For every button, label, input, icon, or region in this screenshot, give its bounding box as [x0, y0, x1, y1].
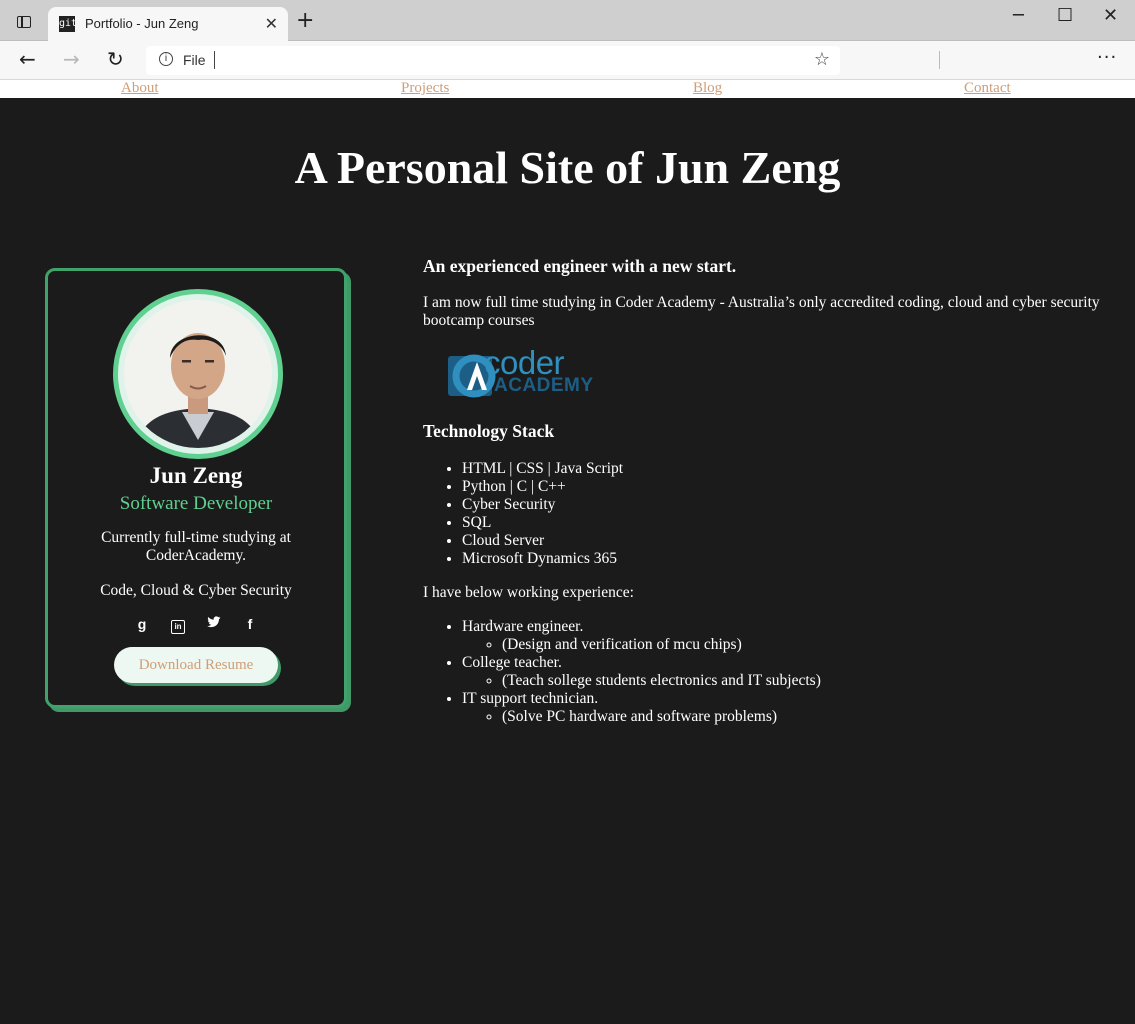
page-body: A Personal Site of Jun Zeng Jun Zeng Sof…	[0, 98, 1135, 1024]
more-options-icon[interactable]: ···	[1097, 47, 1117, 68]
favicon-icon: git	[59, 16, 77, 32]
list-item: College teacher. (Teach sollege students…	[462, 654, 821, 690]
minimize-icon[interactable]: ─	[1013, 5, 1024, 26]
refresh-icon[interactable]: ↻	[107, 49, 124, 69]
add-favorite-icon[interactable]: ☆	[814, 49, 830, 70]
list-item: Cyber Security	[462, 496, 623, 514]
experience-detail: (Design and verification of mcu chips)	[502, 636, 821, 654]
address-scheme: File	[183, 52, 206, 68]
list-item: Python | C | C++	[462, 478, 623, 496]
close-window-icon[interactable]: ✕	[1103, 5, 1118, 26]
experience-title: College teacher.	[462, 654, 562, 671]
coder-academy-logo: coder ACADEMY	[447, 344, 607, 398]
list-item: IT support technician. (Solve PC hardwar…	[462, 690, 821, 726]
browser-toolbar: ← → ↻ i File ☆ ···	[0, 41, 1135, 80]
profile-name: Jun Zeng	[149, 463, 243, 488]
profile-description: Currently full-time studying at CoderAca…	[101, 529, 291, 564]
nav-about-link[interactable]: About	[121, 80, 159, 97]
browser-titlebar: git Portfolio - Jun Zeng ✕ + ─ ☐ ✕	[0, 0, 1135, 41]
page-title: A Personal Site of Jun Zeng	[294, 142, 841, 193]
list-item: Hardware engineer. (Design and verificat…	[462, 618, 821, 654]
tech-stack-list: HTML | CSS | Java Script Python | C | C+…	[423, 460, 623, 568]
profile-focus: Code, Cloud & Cyber Security	[100, 582, 292, 599]
twitter-icon[interactable]	[207, 615, 221, 629]
forward-icon[interactable]: →	[63, 49, 80, 69]
tab-title: Portfolio - Jun Zeng	[85, 16, 199, 31]
experience-intro: I have below working experience:	[423, 584, 634, 601]
experience-detail: (Teach sollege students electronics and …	[502, 672, 821, 690]
experience-detail: (Solve PC hardware and software problems…	[502, 708, 821, 726]
nav-contact-link[interactable]: Contact	[964, 80, 1011, 97]
text-caret	[214, 51, 215, 69]
tab-actions-icon[interactable]	[17, 16, 31, 28]
nav-blog-link[interactable]: Blog	[693, 80, 722, 97]
address-bar[interactable]: i File ☆	[146, 46, 840, 75]
info-icon[interactable]: i	[159, 52, 173, 66]
experience-title: IT support technician.	[462, 690, 599, 707]
new-tab-button[interactable]: +	[296, 10, 314, 32]
browser-tab[interactable]: git Portfolio - Jun Zeng ✕	[48, 7, 288, 41]
social-links: g in f	[48, 615, 344, 634]
back-icon[interactable]: ←	[19, 49, 36, 69]
avatar-photo	[124, 300, 272, 448]
maximize-icon[interactable]: ☐	[1057, 5, 1073, 26]
facebook-icon[interactable]: f	[243, 617, 257, 631]
list-item: Cloud Server	[462, 532, 623, 550]
tech-stack-heading: Technology Stack	[423, 421, 555, 441]
google-icon[interactable]: g	[135, 617, 149, 631]
experience-list: Hardware engineer. (Design and verificat…	[423, 618, 821, 726]
site-nav: About Projects Blog Contact	[0, 80, 1135, 98]
intro-heading: An experienced engineer with a new start…	[423, 256, 737, 276]
list-item: HTML | CSS | Java Script	[462, 460, 623, 478]
logo-text-academy: ACADEMY	[494, 375, 594, 396]
intro-paragraph: I am now full time studying in Coder Aca…	[423, 294, 1100, 329]
tab-close-icon[interactable]: ✕	[265, 14, 278, 34]
avatar	[124, 300, 272, 448]
profile-card: Jun Zeng Software Developer Currently fu…	[45, 268, 347, 708]
avatar-ring	[113, 289, 283, 459]
linkedin-icon[interactable]: in	[171, 620, 185, 634]
download-resume-button[interactable]: Download Resume	[114, 647, 278, 683]
list-item: SQL	[462, 514, 623, 532]
profile-role: Software Developer	[119, 493, 273, 514]
experience-title: Hardware engineer.	[462, 618, 584, 635]
toolbar-divider	[939, 51, 940, 69]
list-item: Microsoft Dynamics 365	[462, 550, 623, 568]
nav-projects-link[interactable]: Projects	[401, 80, 449, 97]
